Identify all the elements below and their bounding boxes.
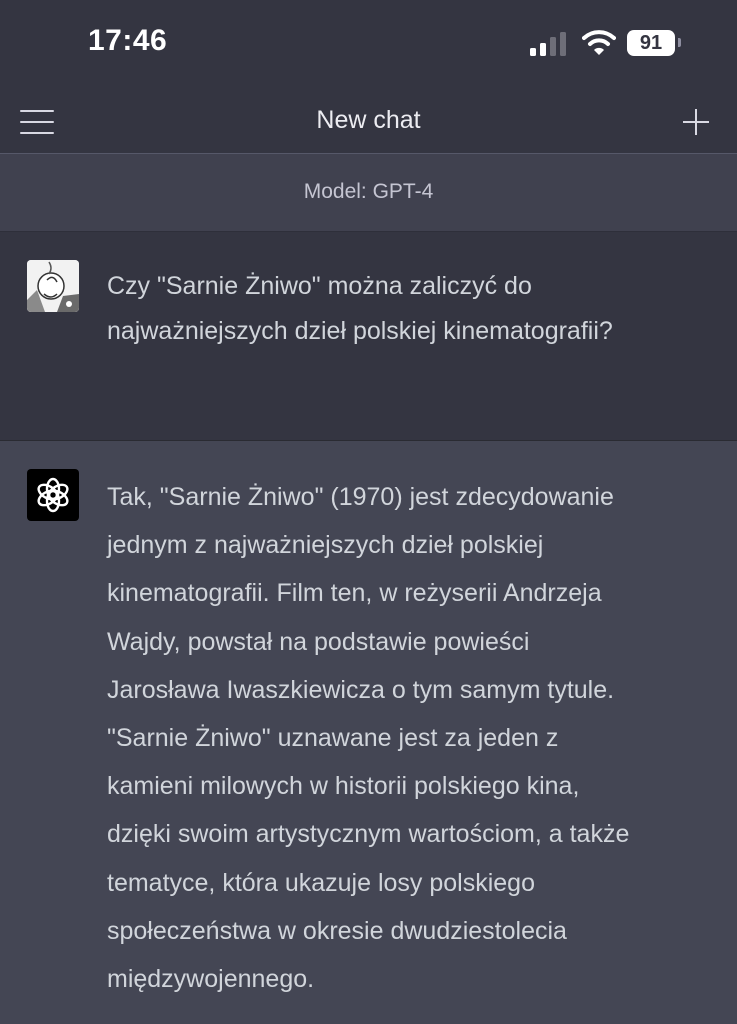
message-line: Czy "Sarnie Żniwo" można zaliczyć do [107,272,532,300]
user-avatar-image [27,260,79,312]
user-message: Czy "Sarnie Żniwo" można zaliczyć do naj… [0,232,737,441]
status-time: 17:46 [88,24,168,57]
message-line: Jarosława Iwaszkiewicza o tym samym tytu… [107,675,615,704]
model-banner: Model: GPT-4 [0,154,737,232]
cellular-signal-icon [530,32,566,56]
message-line: najważniejszych dzieł polskiej kinematog… [107,317,613,345]
assistant-avatar [27,469,79,521]
message-line: społeczeństwa w okresie dwudziestolecia [107,916,567,945]
message-line: kinematografii. Film ten, w reżyserii An… [107,579,602,608]
navigation-bar: New chat [0,90,737,154]
message-line: tematyce, która ukazuje losy polskiego [107,868,535,897]
assistant-message: Tak, "Sarnie Żniwo" (1970) jest zdecydow… [0,441,737,1024]
message-line: jednym z najważniejszych dzieł polskiej [107,531,544,560]
message-line: kamieni milowych w historii polskiego ki… [107,772,580,801]
user-message-text: Czy "Sarnie Żniwo" można zaliczyć do naj… [107,264,707,354]
message-line: "Sarnie Żniwo" uznawane jest za jeden z [107,724,559,753]
assistant-message-text: Tak, "Sarnie Żniwo" (1970) jest zdecydow… [107,473,707,1003]
message-line: Tak, "Sarnie Żniwo" (1970) jest zdecydow… [107,483,614,511]
message-line: międzywojennego. [107,965,315,994]
message-line: dzięki swoim artystycznym wartościom, a … [107,820,630,849]
status-bar: 17:46 91 [0,0,737,90]
battery-icon: 91 [627,30,675,56]
wifi-icon [582,30,616,55]
model-label: Model: GPT-4 [303,180,434,203]
user-avatar [27,260,79,312]
battery-tip [678,38,681,47]
page-title: New chat [316,106,421,134]
openai-logo-icon [37,477,69,513]
message-line: Wajdy, powstał na podstawie powieści [107,627,530,656]
new-chat-button[interactable] [680,106,712,138]
